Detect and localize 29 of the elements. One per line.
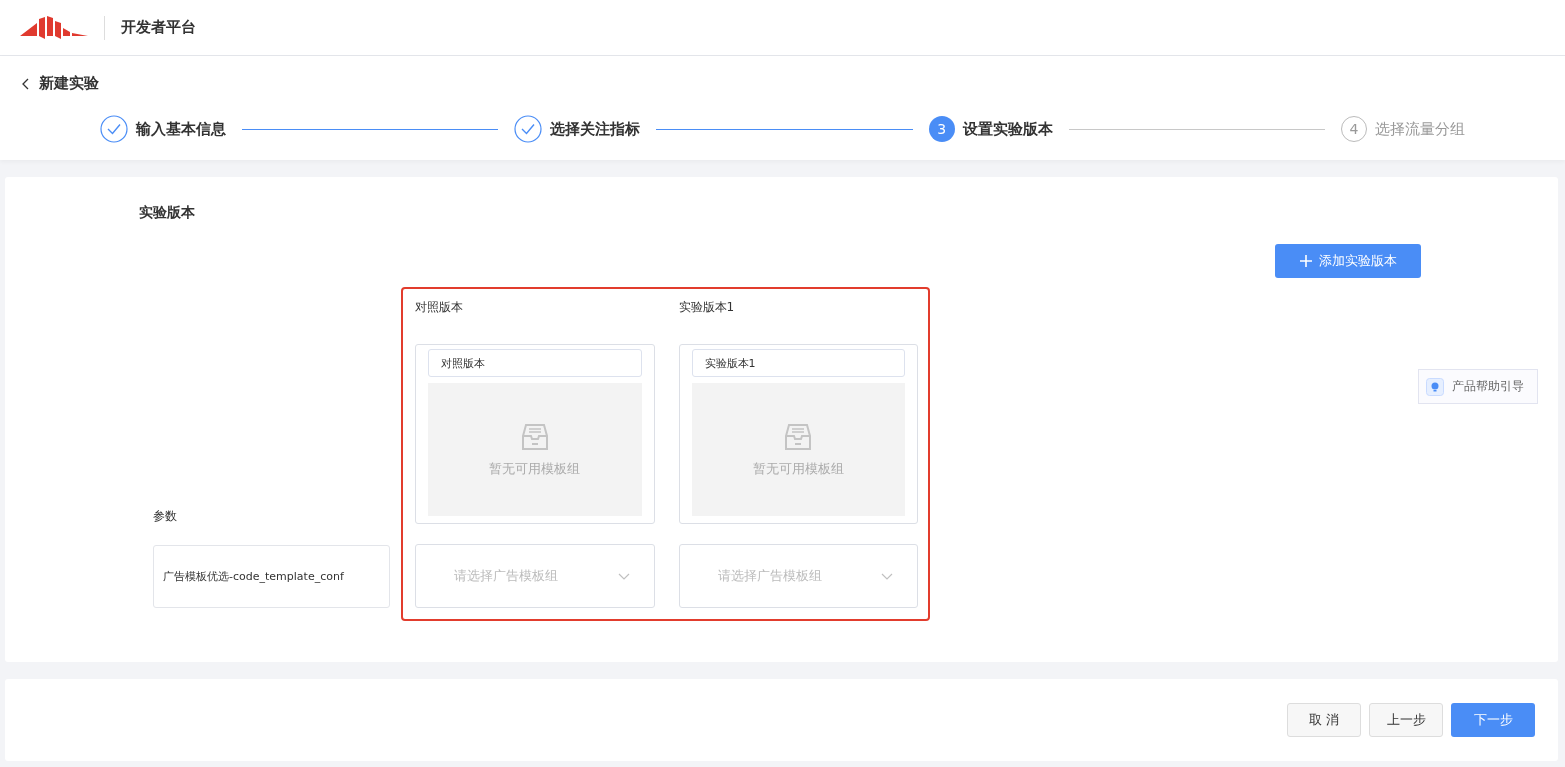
lightbulb-icon bbox=[1426, 377, 1444, 396]
footer-button[interactable]: 上一步 bbox=[1369, 703, 1443, 737]
version-name-field[interactable]: 对照版本 bbox=[428, 349, 642, 377]
page-title: 新建实验 bbox=[39, 74, 99, 93]
next-step-button[interactable]: 下一步 bbox=[1451, 703, 1535, 737]
empty-message: 暂无可用模板组 bbox=[752, 459, 844, 478]
add-version-button[interactable]: 添加实验版本 bbox=[1275, 244, 1421, 278]
caret-icon bbox=[617, 572, 630, 580]
step-label: 选择关注指标 bbox=[550, 119, 641, 139]
section-title: 实验版本 bbox=[139, 204, 196, 222]
footer-button[interactable]: 取 消 bbox=[1287, 703, 1361, 737]
parameter-label: 参数 bbox=[153, 508, 178, 525]
empty-message: 暂无可用模板组 bbox=[489, 459, 581, 478]
version-label: 实验版本1 bbox=[678, 299, 736, 316]
caret-icon bbox=[881, 572, 893, 580]
help-guide-button[interactable]: 产品帮助引导 bbox=[1418, 369, 1538, 404]
step-label: 输入基本信息 bbox=[136, 119, 226, 139]
version-label: 对照版本 bbox=[415, 299, 464, 316]
logo-icon bbox=[20, 14, 88, 41]
inbox-icon bbox=[519, 421, 550, 452]
back-chevron-icon[interactable] bbox=[22, 77, 30, 90]
platform-title: 开发者平台 bbox=[121, 18, 196, 37]
inbox-icon bbox=[783, 421, 814, 452]
version-name-field[interactable]: 实验版本1 bbox=[691, 349, 905, 377]
step-number-badge: 3 bbox=[928, 116, 955, 142]
parameter-cell: 广告模板优选-code_template_conf bbox=[153, 545, 390, 608]
step-label: 设置实验版本 bbox=[962, 119, 1053, 139]
plus-icon bbox=[1299, 255, 1312, 267]
step-label: 选择流量分组 bbox=[1375, 119, 1465, 139]
